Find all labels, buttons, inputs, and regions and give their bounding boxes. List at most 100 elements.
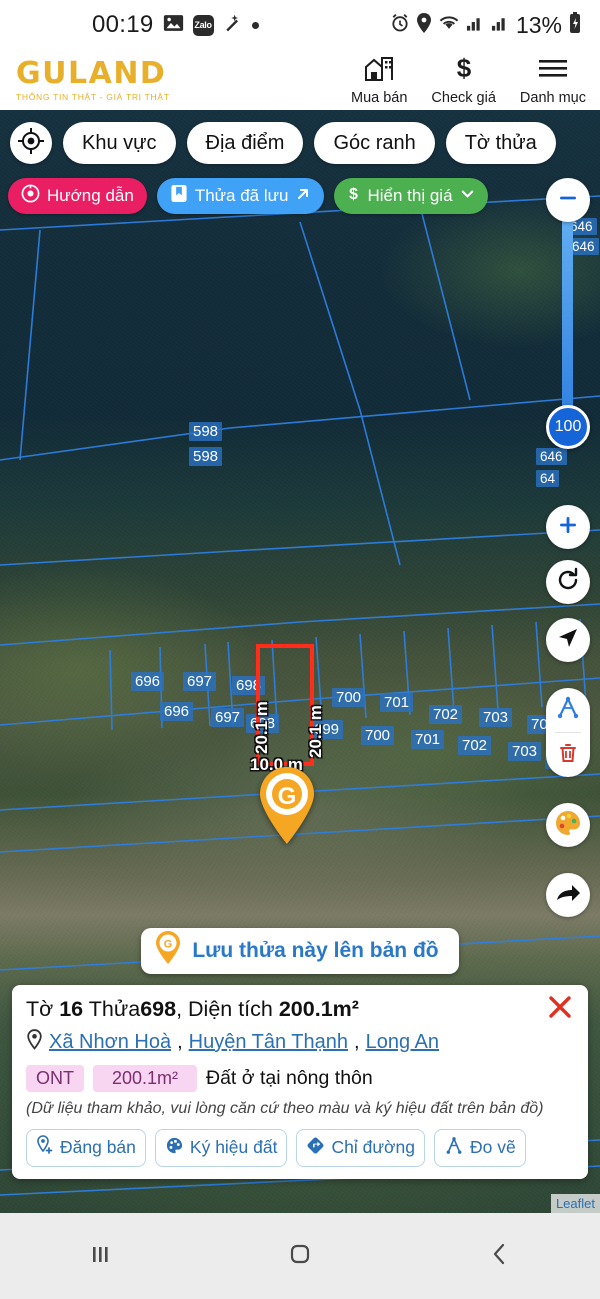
parcel-prefix: Thửa: [88, 997, 141, 1021]
address-link-xa[interactable]: Xã Nhơn Hoà: [49, 1031, 171, 1054]
zoom-out-button[interactable]: [546, 178, 590, 222]
leaflet-attribution[interactable]: Leaflet: [550, 1194, 600, 1213]
pill-hien-thi-gia[interactable]: $ Hiển thị giá: [334, 178, 488, 214]
palette-icon: [165, 1136, 184, 1160]
svg-text:G: G: [164, 939, 173, 951]
land-desc: Đất ở tại nông thôn: [206, 1066, 373, 1089]
refresh-icon: [555, 567, 581, 598]
plus-icon: [556, 513, 580, 542]
parcel-number[interactable]: 646: [536, 448, 567, 465]
signal-icon-2: [491, 14, 510, 37]
close-icon: [546, 993, 574, 1026]
parcel-number[interactable]: 698: [232, 676, 266, 695]
action-dang-ban[interactable]: Đăng bán: [26, 1128, 146, 1167]
refresh-button[interactable]: [546, 560, 590, 604]
wifi-icon: [438, 14, 460, 37]
parcel-number[interactable]: 697: [211, 708, 245, 727]
map-pin-icon: [26, 1029, 43, 1056]
home-square-icon: [286, 1240, 314, 1273]
share-button[interactable]: [546, 873, 590, 917]
filter-chip-dia-diem[interactable]: Địa điểm: [186, 122, 304, 164]
address-link-tinh[interactable]: Long An: [366, 1031, 439, 1054]
guide-icon: [21, 184, 40, 208]
sheet-number: 16: [59, 997, 84, 1021]
dollar-icon: $: [451, 53, 477, 87]
minus-icon-button[interactable]: [546, 178, 590, 222]
action-pill-row: Hướng dẫn Thửa đã lưu $ Hiển thị giá: [8, 178, 488, 214]
pill-thua-da-luu[interactable]: Thửa đã lưu: [156, 178, 325, 214]
action-chi-duong[interactable]: Chỉ đường: [296, 1128, 425, 1167]
pin-plus-icon: [36, 1135, 54, 1160]
battery-percent: 13%: [515, 11, 562, 38]
navigate-button[interactable]: [546, 618, 590, 662]
trash-icon: [556, 741, 580, 770]
palette-button[interactable]: [546, 803, 590, 847]
location-icon: [416, 12, 432, 38]
status-bar: 00:19 Zalo 13%: [0, 0, 600, 50]
parcel-number[interactable]: 703: [508, 742, 542, 761]
parcel-number[interactable]: 64: [536, 470, 560, 487]
parcel-number[interactable]: 703: [479, 708, 513, 727]
filter-chip-to-thua[interactable]: Tờ thửa: [445, 122, 556, 164]
header-label: Check giá: [431, 90, 496, 106]
header-actions: Mua bán $ Check giá Danh mục: [351, 53, 586, 106]
pill-huong-dan[interactable]: Hướng dẫn: [8, 178, 147, 214]
filter-chip-goc-ranh[interactable]: Góc ranh: [314, 122, 435, 164]
measure-button[interactable]: [546, 688, 590, 732]
area-prefix: , Diện tích: [176, 997, 273, 1021]
android-nav-bar: [0, 1213, 600, 1299]
action-do-ve[interactable]: Đo vẽ: [433, 1128, 526, 1167]
save-parcel-label: Lưu thửa này lên bản đồ: [192, 939, 439, 962]
parcel-info-panel: Tờ 16 Thửa698, Diện tích 200.1m² Xã Nhơn…: [12, 985, 588, 1179]
zoom-slider-knob[interactable]: 100: [546, 405, 590, 449]
navigation-arrow-icon-button[interactable]: [546, 618, 590, 662]
action-label: Đo vẽ: [469, 1137, 516, 1158]
filter-chip-khu-vuc[interactable]: Khu vực: [63, 122, 176, 164]
parcel-number[interactable]: 701: [380, 693, 414, 712]
palette-icon: [553, 808, 583, 843]
bookmark-icon: [170, 184, 188, 208]
back-button[interactable]: [470, 1226, 530, 1286]
parcel-number[interactable]: 702: [429, 705, 463, 724]
parcel-number[interactable]: 598: [189, 447, 223, 466]
parcel-number[interactable]: 697: [183, 672, 217, 691]
plus-icon-button[interactable]: [546, 505, 590, 549]
image-icon: [163, 14, 184, 37]
zoom-in-button[interactable]: [546, 505, 590, 549]
close-button[interactable]: [545, 994, 575, 1024]
sheet-prefix: Tờ: [26, 997, 54, 1021]
guland-pin-marker[interactable]: G: [256, 765, 318, 845]
save-parcel-button[interactable]: G Lưu thửa này lên bản đồ: [141, 928, 459, 974]
parcel-number[interactable]: 598: [189, 422, 223, 441]
parcel-number[interactable]: 696: [131, 672, 165, 691]
parcel-number[interactable]: 702: [458, 736, 492, 755]
share-arrow-icon-button[interactable]: [546, 873, 590, 917]
refresh-icon-button[interactable]: [546, 560, 590, 604]
land-area-badge: 200.1m²: [93, 1064, 197, 1092]
palette-icon-button[interactable]: [546, 803, 590, 847]
parcel-number[interactable]: 701: [411, 730, 445, 749]
zalo-icon: Zalo: [192, 14, 214, 36]
app-header: GULAND THÔNG TIN THẬT - GIÁ TRỊ THẬT Mua…: [0, 50, 600, 110]
parcel-number[interactable]: 696: [160, 702, 194, 721]
crosshair-icon: [18, 127, 44, 159]
action-ky-hieu-dat[interactable]: Ký hiệu đất: [154, 1128, 288, 1167]
delete-button[interactable]: [546, 733, 590, 777]
zoom-slider-track[interactable]: [562, 202, 573, 427]
header-item-mua-ban[interactable]: Mua bán: [351, 54, 407, 106]
parcel-number[interactable]: 700: [361, 726, 395, 745]
guland-logo[interactable]: GULAND THÔNG TIN THẬT - GIÁ TRỊ THẬT: [16, 55, 170, 102]
guland-pin-icon: G: [155, 931, 181, 971]
recents-button[interactable]: [70, 1226, 130, 1286]
chevron-down-icon: [460, 186, 475, 206]
parcel-number[interactable]: 700: [332, 688, 366, 707]
logo-text: GULAND: [16, 55, 167, 91]
header-item-check-gia[interactable]: $ Check giá: [431, 53, 496, 106]
address-link-huyen[interactable]: Huyện Tân Thạnh: [189, 1031, 348, 1054]
home-button[interactable]: [270, 1226, 330, 1286]
measure-delete-card: [546, 688, 590, 777]
map-canvas[interactable]: 598 598 646 646 646 64 696 697 696 697 6…: [0, 110, 600, 1213]
area-value: 200.1m²: [278, 997, 359, 1021]
header-item-danh-muc[interactable]: Danh mục: [520, 54, 586, 106]
locate-me-button[interactable]: [10, 122, 52, 164]
